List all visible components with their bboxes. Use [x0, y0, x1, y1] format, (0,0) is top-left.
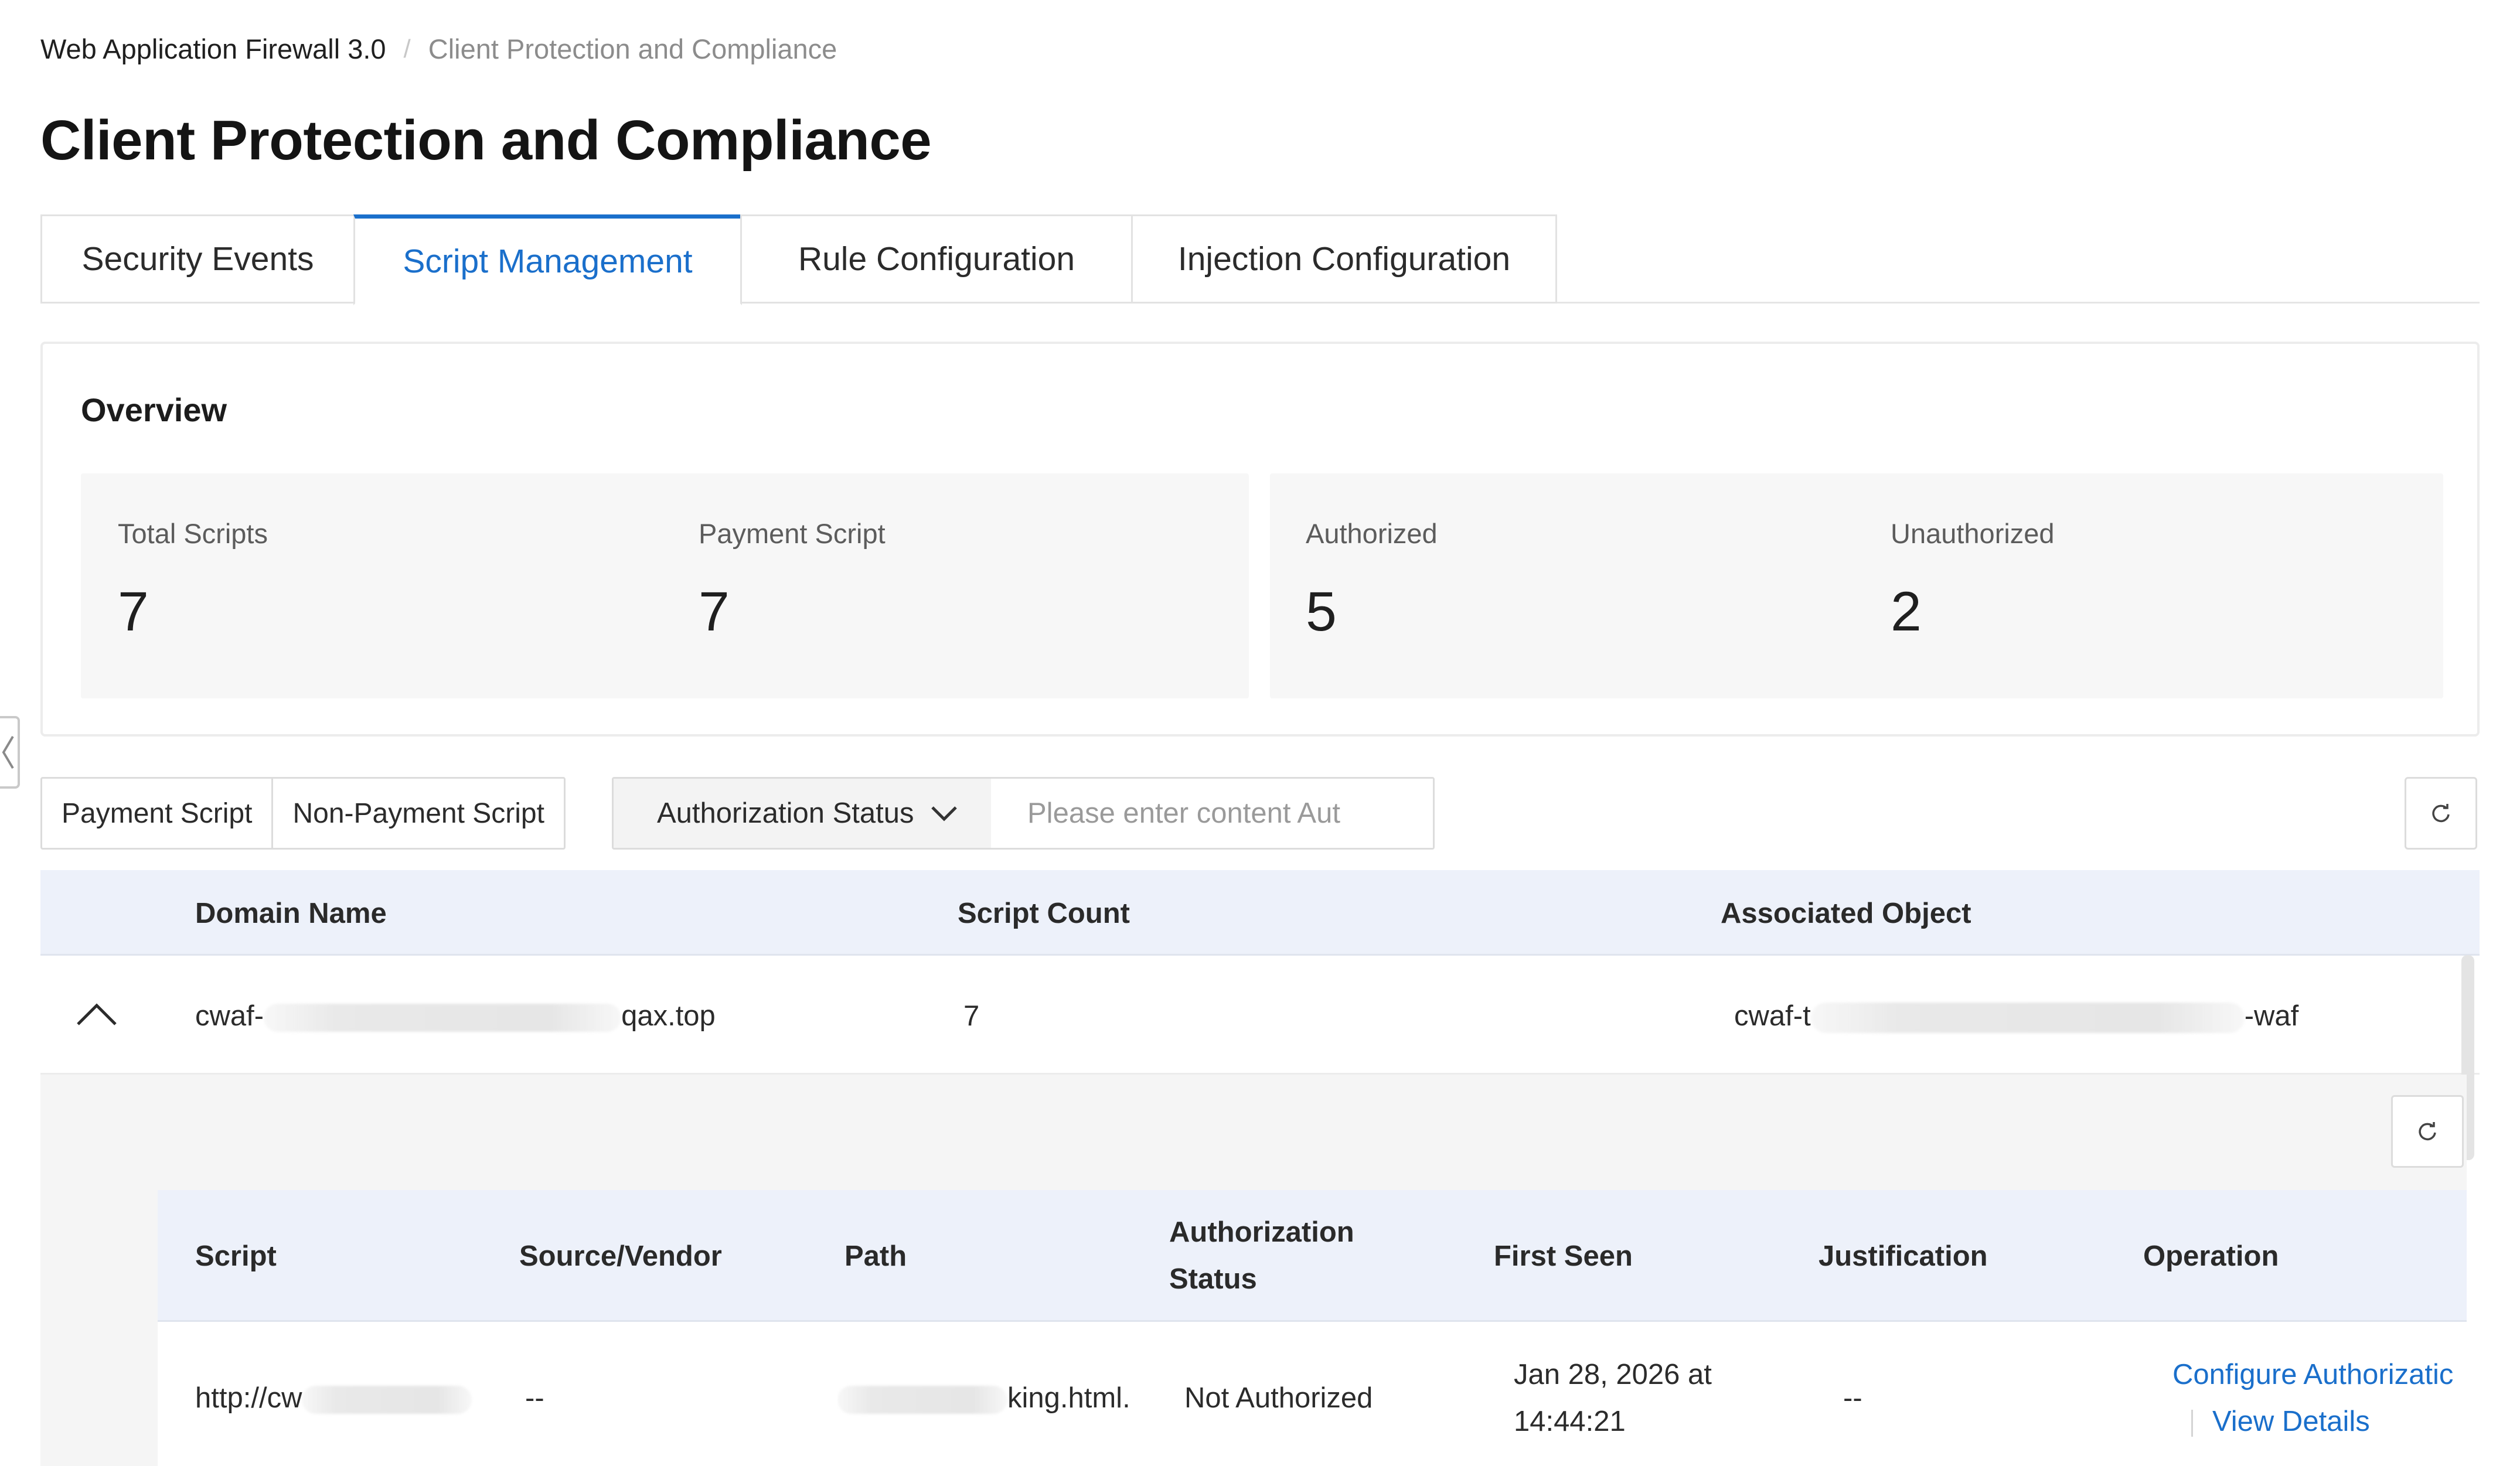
column-header-path: Path	[844, 1240, 907, 1272]
segment-payment-script[interactable]: Payment Script	[42, 779, 271, 848]
stat-value: 7	[118, 581, 149, 643]
collapse-row-icon[interactable]	[73, 991, 120, 1038]
breadcrumb-separator: /	[403, 34, 411, 63]
stat-payment-script: Payment Script 7	[667, 473, 1249, 698]
page-title: Client Protection and Compliance	[40, 109, 932, 172]
domain-name-prefix: cwaf-	[195, 1000, 264, 1032]
script-count-cell: 7	[963, 1000, 980, 1032]
associated-object-prefix: cwaf-t	[1734, 1000, 1811, 1032]
chevron-up-icon	[77, 1003, 117, 1025]
stat-label: Unauthorized	[1891, 518, 2055, 549]
redacted-text	[1810, 1003, 2245, 1034]
breadcrumb: Web Application Firewall 3.0 / Client Pr…	[40, 33, 837, 65]
view-details-link[interactable]: View Details	[2212, 1406, 2370, 1437]
refresh-icon	[2432, 804, 2450, 823]
script-url-prefix: http://cw	[195, 1382, 302, 1414]
table-row: http://cw -- king.html. Not Authorized J…	[158, 1322, 2467, 1466]
payment-stats-group: Total Scripts 7 Payment Script 7	[81, 473, 1249, 698]
stat-unauthorized: Unauthorized 2	[1856, 473, 2443, 698]
stat-label: Authorized	[1306, 518, 1438, 549]
first-seen-date: Jan 28, 2026 at	[1514, 1359, 1712, 1390]
select-label: Authorization Status	[657, 797, 914, 829]
column-header-script-count: Script Count	[958, 898, 1130, 929]
associated-object-cell: cwaf-t -waf	[1734, 1000, 2299, 1034]
column-header-line: Status	[1169, 1263, 1257, 1295]
stat-value: 7	[699, 581, 730, 643]
column-header-authorization-status: Authorization Status	[1169, 1209, 1354, 1303]
redacted-text	[264, 1004, 622, 1032]
source-vendor-cell: --	[525, 1382, 544, 1414]
justification-cell: --	[1843, 1382, 1862, 1414]
associated-object-suffix: -waf	[2244, 1000, 2299, 1032]
script-list-refresh-button[interactable]	[2391, 1095, 2464, 1168]
column-header-first-seen: First Seen	[1494, 1240, 1633, 1272]
authorization-status-cell: Not Authorized	[1184, 1382, 1373, 1414]
refresh-button[interactable]	[2405, 777, 2477, 850]
configure-authorization-link[interactable]: Configure Authorizatic	[2172, 1351, 2467, 1398]
domain-name-suffix: qax.top	[621, 1000, 716, 1032]
domain-table-header: Domain Name Script Count Associated Obje…	[40, 870, 2480, 956]
authorization-status-select[interactable]: Authorization Status	[614, 779, 991, 848]
tab-security-events[interactable]: Security Events	[40, 214, 355, 304]
table-row[interactable]: cwaf-qax.top 7 cwaf-t -waf	[40, 956, 2480, 1075]
link-divider	[2191, 1410, 2193, 1437]
chevron-left-icon	[2, 735, 14, 769]
breadcrumb-root-link[interactable]: Web Application Firewall 3.0	[40, 33, 386, 65]
stat-value: 2	[1891, 581, 1922, 643]
column-header-script: Script	[195, 1240, 277, 1272]
path-suffix: king.html.	[1007, 1382, 1130, 1414]
domain-name-cell: cwaf-qax.top	[195, 1000, 716, 1032]
operation-second-line: View Details	[2172, 1398, 2467, 1445]
refresh-icon	[2419, 1122, 2436, 1141]
first-seen-cell: Jan 28, 2026 at 14:44:21	[1514, 1351, 1712, 1445]
tab-script-management[interactable]: Script Management	[353, 214, 742, 305]
search-input[interactable]	[991, 779, 1433, 848]
stat-total-scripts: Total Scripts 7	[81, 473, 667, 698]
stat-label: Total Scripts	[118, 518, 268, 549]
breadcrumb-current: Client Protection and Compliance	[428, 33, 837, 64]
column-header-associated-object: Associated Object	[1721, 898, 1971, 929]
column-header-operation: Operation	[2143, 1240, 2279, 1272]
column-header-line: Authorization	[1169, 1216, 1354, 1248]
operation-cell: Configure Authorizatic View Details	[2172, 1351, 2467, 1445]
overview-title: Overview	[81, 391, 227, 428]
sidebar-collapse-handle[interactable]	[0, 716, 20, 789]
column-header-justification: Justification	[1819, 1240, 1988, 1272]
column-header-source-vendor: Source/Vendor	[519, 1240, 722, 1272]
stat-value: 5	[1306, 581, 1337, 643]
script-type-segmented-control: Payment Script Non-Payment Script	[40, 777, 566, 850]
column-header-domain-name: Domain Name	[195, 898, 387, 929]
redacted-text	[837, 1386, 1007, 1414]
tab-injection-configuration[interactable]: Injection Configuration	[1131, 214, 1557, 304]
stat-label: Payment Script	[699, 518, 886, 549]
authorization-stats-group: Authorized 5 Unauthorized 2	[1270, 473, 2443, 698]
chevron-down-icon	[931, 806, 957, 821]
redacted-text	[302, 1386, 472, 1414]
search-filter: Authorization Status	[612, 777, 1435, 850]
segment-non-payment-script[interactable]: Non-Payment Script	[271, 779, 564, 848]
overview-card: Overview Total Scripts 7 Payment Script …	[40, 342, 2480, 737]
script-url-cell: http://cw	[195, 1375, 512, 1421]
script-table-header: Script Source/Vendor Path Authorization …	[158, 1190, 2467, 1322]
stat-authorized: Authorized 5	[1270, 473, 1856, 698]
path-cell: king.html.	[837, 1375, 1130, 1421]
first-seen-time: 14:44:21	[1514, 1406, 1626, 1437]
tab-bar: Security Events Script Management Rule C…	[40, 214, 2480, 305]
tab-rule-configuration[interactable]: Rule Configuration	[740, 214, 1133, 304]
